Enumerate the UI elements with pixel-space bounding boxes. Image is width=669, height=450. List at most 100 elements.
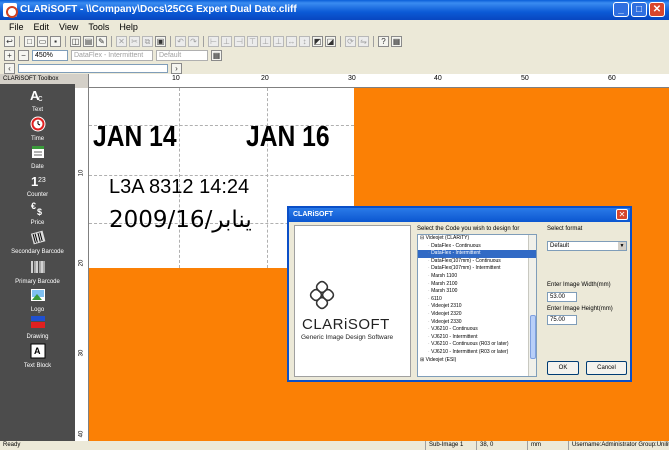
tree-item[interactable]: · VJ6210 - Intermittent <box>418 334 536 342</box>
chevron-down-icon[interactable]: ▼ <box>618 242 626 250</box>
tree-item[interactable]: · VJ6210 - Intermittent (R03 or later) <box>418 349 536 357</box>
same-height-icon[interactable]: ↕ <box>299 35 310 47</box>
cancel-button[interactable]: Cancel <box>586 361 627 375</box>
align-middle-icon[interactable]: ⊥ <box>260 35 271 47</box>
tree-item[interactable]: · Videojet 2330 <box>418 319 536 327</box>
code-select[interactable]: DataFlex - Intermittent <box>71 49 153 61</box>
align-center-icon[interactable]: ⊥ <box>221 35 232 47</box>
same-width-icon[interactable]: ↔ <box>286 35 297 47</box>
cut-icon[interactable]: ✂ <box>129 35 140 47</box>
ruler-tick-label: 20 <box>261 75 269 82</box>
tree-item[interactable]: · DataFlex(107mm) - Continuous <box>418 258 536 266</box>
tree-item[interactable]: · Marsh 3100 <box>418 288 536 296</box>
date-field-1[interactable]: JAN 14 <box>93 121 177 154</box>
toolbar-separator <box>373 35 374 47</box>
menu-tools[interactable]: Tools <box>83 20 114 34</box>
arabic-date-field[interactable]: 2009/ينابر/16 <box>109 207 252 233</box>
tool-label: Secondary Barcode <box>11 249 64 255</box>
tool-logo[interactable]: Logo <box>0 287 75 313</box>
tool-text[interactable]: Ac Text <box>0 87 75 113</box>
tool-label: Text Block <box>23 363 52 369</box>
object-selector[interactable] <box>18 63 168 73</box>
maximize-button[interactable]: □ <box>631 2 647 17</box>
flip-icon[interactable]: ⇋ <box>358 35 369 47</box>
ruler-tick-label: 60 <box>608 75 616 82</box>
tree-item-label: Marsh 2100 <box>431 280 458 287</box>
date-field-2[interactable]: JAN 16 <box>246 121 330 154</box>
tree-item[interactable]: · 6110 <box>418 296 536 304</box>
tree-item[interactable]: ⊟ Videojet (CLARiTY) <box>418 235 536 243</box>
align-top-icon[interactable]: ⊤ <box>247 35 258 47</box>
width-input[interactable]: 53.00 <box>547 292 577 302</box>
delete-icon[interactable]: ✕ <box>116 35 127 47</box>
new-file-icon[interactable]: □ <box>24 35 35 47</box>
about-icon[interactable]: ▦ <box>391 35 402 47</box>
send-back-icon[interactable]: ◪ <box>325 35 336 47</box>
tree-item[interactable]: · VJ6210 - Continuous (R03 or later) <box>418 341 536 349</box>
redo-icon[interactable]: ↷ <box>188 35 199 47</box>
tree-item[interactable]: · Marsh 1100 <box>418 273 536 281</box>
back-arrow-icon[interactable]: ↩ <box>4 35 15 47</box>
align-right-icon[interactable]: ⊣ <box>234 35 245 47</box>
code-time-field[interactable]: L3A 8312 14:24 <box>109 176 249 199</box>
tool-price[interactable]: € $ Price <box>0 200 75 226</box>
zoom-select[interactable]: 450% <box>32 49 68 61</box>
text-icon: Ac <box>30 88 43 103</box>
tree-item-label: VJ6210 - Intermittent <box>431 333 478 340</box>
tree-item[interactable]: · VJ6210 - Continuous <box>418 326 536 334</box>
tree-item-label: Videojet (CLARiTY) <box>425 235 470 241</box>
svg-text:23: 23 <box>38 177 46 184</box>
format-select[interactable]: Default <box>156 49 208 61</box>
toolbar-separator <box>340 35 341 47</box>
menu-file[interactable]: File <box>4 20 29 34</box>
menu-edit[interactable]: Edit <box>29 20 55 34</box>
menu-view[interactable]: View <box>54 20 83 34</box>
format-dropdown[interactable]: Default ▼ <box>547 241 627 251</box>
tree-item-label: DataFlex - Intermittent <box>431 250 481 257</box>
toolbar-separator <box>111 35 112 47</box>
tree-item[interactable]: · DataFlex - Continuous <box>418 243 536 251</box>
undo-icon[interactable]: ↶ <box>175 35 186 47</box>
close-button[interactable]: ✕ <box>649 2 665 17</box>
print-icon[interactable]: ▤ <box>83 35 94 47</box>
tool-date[interactable]: Date <box>0 144 75 170</box>
save-icon[interactable]: ▪ <box>50 35 61 47</box>
clock-icon <box>30 116 45 132</box>
height-input[interactable]: 75.00 <box>547 315 577 325</box>
tool-secondary-barcode[interactable]: Secondary Barcode <box>0 229 75 255</box>
paste-icon[interactable]: ▣ <box>155 35 166 47</box>
rotate-icon[interactable]: ⟳ <box>345 35 356 47</box>
align-bottom-icon[interactable]: ⊥ <box>273 35 284 47</box>
svg-text:A: A <box>34 346 41 356</box>
align-left-icon[interactable]: ⊢ <box>208 35 219 47</box>
tree-item-label: 6110 <box>431 295 442 302</box>
ok-button[interactable]: OK <box>547 361 579 375</box>
help-icon[interactable]: ? <box>378 35 389 47</box>
minimize-button[interactable]: _ <box>613 2 629 17</box>
menu-help[interactable]: Help <box>114 20 143 34</box>
tree-item[interactable]: · DataFlex - Intermittent <box>418 250 536 258</box>
ruler-corner <box>75 74 89 88</box>
tree-item[interactable]: · DataFlex(107mm) - Intermittent <box>418 265 536 273</box>
tool-counter[interactable]: 1 23 Counter <box>0 172 75 198</box>
tool-time[interactable]: Time <box>0 116 75 142</box>
code-tree[interactable]: ⊟ Videojet (CLARiTY) · DataFlex - Continu… <box>417 234 537 377</box>
zoom-in-icon[interactable]: + <box>4 49 15 61</box>
tool-text-block[interactable]: A Text Block <box>0 343 75 369</box>
dialog-close-icon[interactable]: ✕ <box>616 209 628 220</box>
print-preview-icon[interactable]: ◫ <box>70 35 81 47</box>
zoom-out-icon[interactable]: − <box>18 49 29 61</box>
copy-icon[interactable]: ⧉ <box>142 35 153 47</box>
properties-icon[interactable]: ✎ <box>96 35 107 47</box>
tree-item[interactable]: · Videojet 2310 <box>418 303 536 311</box>
tool-primary-barcode[interactable]: Primary Barcode <box>0 259 75 285</box>
scroll-right-icon[interactable]: › <box>171 62 182 74</box>
tree-item[interactable]: · Marsh 2100 <box>418 281 536 289</box>
tree-item[interactable]: ⊞ Videojet (ESI) <box>418 357 536 365</box>
tree-item[interactable]: · Videojet 2320 <box>418 311 536 319</box>
tool-drawing[interactable]: Drawing <box>0 314 75 340</box>
image-settings-icon[interactable]: ▦ <box>211 49 222 61</box>
bring-front-icon[interactable]: ◩ <box>312 35 323 47</box>
scroll-left-icon[interactable]: ‹ <box>4 62 15 74</box>
open-folder-icon[interactable]: ▭ <box>37 35 48 47</box>
